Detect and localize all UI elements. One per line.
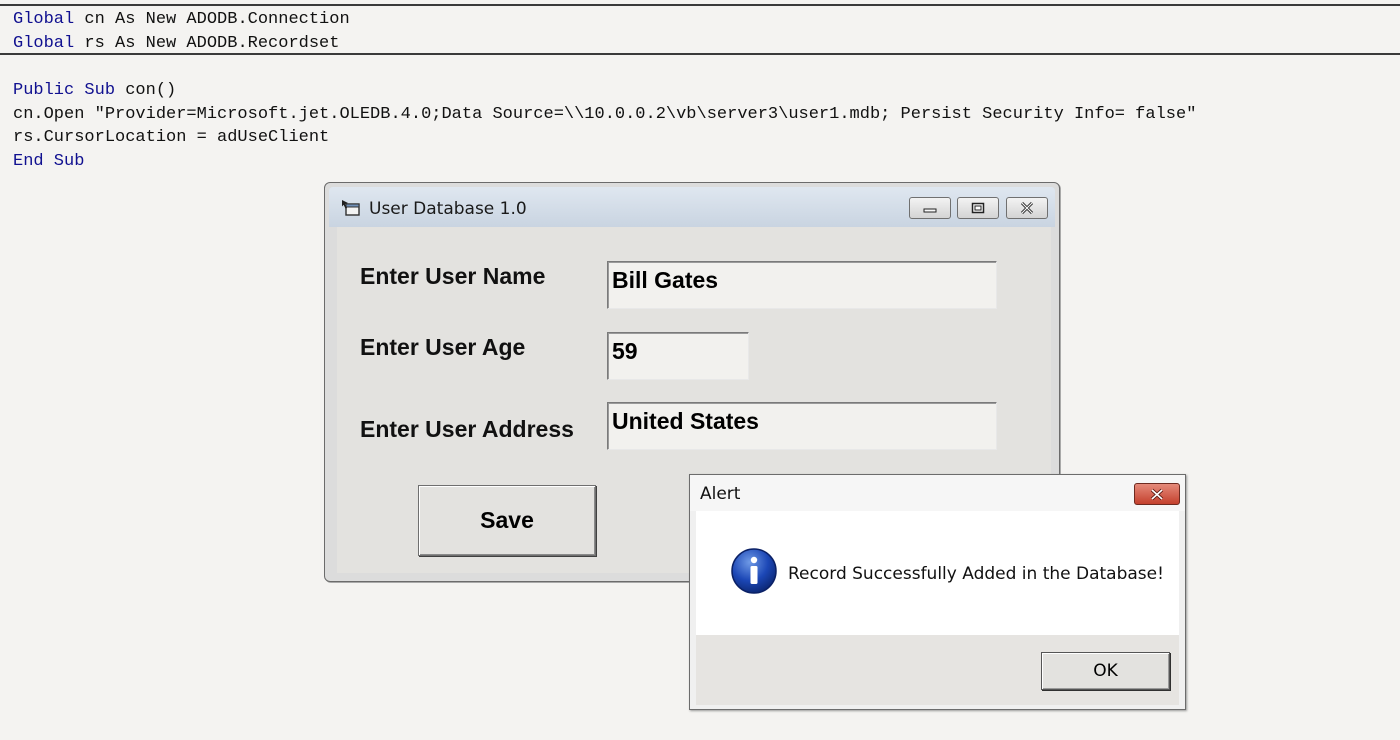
code-text: con() [115,81,177,100]
code-divider-procedure [0,53,1400,55]
code-keyword: Global [13,10,75,29]
code-text: rs As New ADODB.Recordset [74,34,340,53]
close-icon [1020,201,1034,215]
code-line-5: rs.CursorLocation = adUseClient [13,128,329,148]
maximize-button[interactable] [957,197,999,219]
user-address-input[interactable] [607,402,997,450]
window-title: User Database 1.0 [369,199,527,219]
close-button[interactable] [1006,197,1048,219]
alert-titlebar[interactable]: Alert [690,475,1185,511]
code-keyword: Public Sub [13,81,116,100]
alert-title: Alert [700,484,741,504]
minimize-button[interactable] [909,197,951,219]
alert-message: Record Successfully Added in the Databas… [788,564,1164,584]
code-line-2: Global rs As New ADODB.Recordset [13,34,339,54]
code-line-6: End Sub [13,152,84,172]
save-button[interactable]: Save [418,485,596,556]
user-age-input[interactable] [607,332,749,380]
user-address-label: Enter User Address [360,416,574,442]
form-app-icon [341,199,361,222]
window-titlebar[interactable]: User Database 1.0 [329,187,1055,227]
alert-close-button[interactable] [1134,483,1180,505]
minimize-icon [923,208,937,213]
info-icon [730,547,778,600]
code-keyword: End Sub [13,152,85,171]
maximize-icon [971,202,985,214]
user-name-label: Enter User Name [360,263,546,289]
user-name-input[interactable] [607,261,997,309]
user-age-label: Enter User Age [360,334,526,360]
code-keyword: Global [13,34,75,53]
code-text: cn As New ADODB.Connection [74,10,350,29]
code-line-4: cn.Open "Provider=Microsoft.jet.OLEDB.4.… [13,105,1196,125]
code-line-1: Global cn As New ADODB.Connection [13,10,350,30]
code-divider-top [0,4,1400,6]
code-line-3: Public Sub con() [13,81,176,101]
close-icon [1150,488,1164,500]
ok-button[interactable]: OK [1041,652,1170,690]
code-text: cn.Open "Provider=Microsoft.jet.OLEDB.4.… [13,105,1197,124]
code-text: rs.CursorLocation = adUseClient [13,128,330,147]
